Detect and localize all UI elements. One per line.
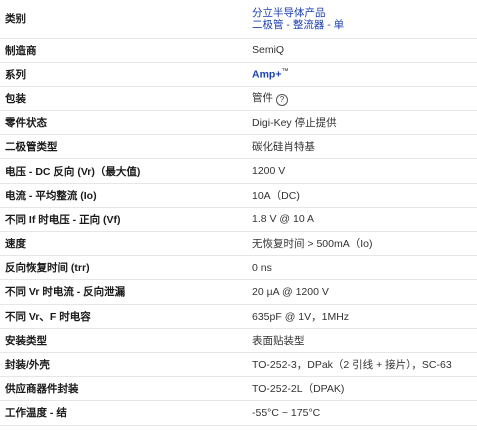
attr-value: SemiQ xyxy=(243,38,477,63)
category-link-discrete[interactable]: 分立半导体产品 xyxy=(252,7,477,19)
attr-label: 二极管类型 xyxy=(0,134,243,160)
attr-value: TO-252-3，DPak（2 引线 + 接片），SC-63 xyxy=(243,352,477,378)
attr-label: 封装/外壳 xyxy=(0,352,243,378)
attr-value: 10A（DC) xyxy=(243,183,477,208)
attr-label: 系列 xyxy=(0,62,243,87)
attr-label: 制造商 xyxy=(0,38,243,63)
attr-label: 反向恢复时间 (trr) xyxy=(0,255,243,281)
attr-value: 20 µA @ 1200 V xyxy=(243,279,477,305)
attr-row-supplier-package: 供应商器件封装 TO-252-2L（DPAK) xyxy=(0,376,477,402)
attr-row-current-avg-rectified: 电流 - 平均整流 (Io) 10A（DC) xyxy=(0,183,477,208)
attr-label: 零件状态 xyxy=(0,110,243,136)
attr-value: -55°C ~ 175°C xyxy=(243,400,477,426)
attr-value: 1.8 V @ 10 A xyxy=(243,207,477,233)
attr-value: 管件? xyxy=(243,86,477,112)
attr-row-packaging: 包装 管件? xyxy=(0,86,477,112)
attr-row-mounting-type: 安装类型 表面贴装型 xyxy=(0,328,477,353)
attr-row-operating-temp: 工作温度 - 结 -55°C ~ 175°C xyxy=(0,400,477,426)
attr-value: 碳化硅肖特基 xyxy=(243,134,477,160)
attr-label: 速度 xyxy=(0,231,243,257)
attr-label: 供应商器件封装 xyxy=(0,376,243,402)
attr-row-category: 类别 分立半导体产品 二极管 - 整流器 - 单 xyxy=(0,0,477,39)
help-icon[interactable]: ? xyxy=(276,94,288,107)
attr-row-diode-type: 二极管类型 碳化硅肖特基 xyxy=(0,134,477,160)
attr-row-part-status: 零件状态 Digi-Key 停止提供 xyxy=(0,110,477,136)
attr-value: 0 ns xyxy=(243,255,477,281)
attr-value: Digi-Key 停止提供 xyxy=(243,110,477,136)
attr-label: 不同 Vr、F 时电容 xyxy=(0,304,243,329)
category-link-rectifier[interactable]: 二极管 - 整流器 - 单 xyxy=(252,19,477,31)
attr-value: 分立半导体产品 二极管 - 整流器 - 单 xyxy=(243,0,477,39)
attr-label: 不同 Vr 时电流 - 反向泄漏 xyxy=(0,279,243,305)
attr-row-series: 系列 Amp+™ xyxy=(0,62,477,87)
series-link[interactable]: Amp+ xyxy=(252,69,281,81)
attr-row-voltage-forward: 不同 If 时电压 - 正向 (Vf) 1.8 V @ 10 A xyxy=(0,207,477,233)
attr-value: 635pF @ 1V，1MHz xyxy=(243,304,477,329)
attr-label: 包装 xyxy=(0,86,243,112)
attr-row-reverse-recovery-time: 反向恢复时间 (trr) 0 ns xyxy=(0,255,477,281)
attr-row-speed: 速度 无恢复时间 > 500mA（Io) xyxy=(0,231,477,257)
packaging-value: 管件 xyxy=(252,92,273,105)
product-attributes-table: 类别 分立半导体产品 二极管 - 整流器 - 单 制造商 SemiQ 系列 Am… xyxy=(0,0,477,426)
attr-label: 安装类型 xyxy=(0,328,243,353)
attr-row-manufacturer: 制造商 SemiQ xyxy=(0,38,477,63)
attr-value: TO-252-2L（DPAK) xyxy=(243,376,477,402)
attr-label: 工作温度 - 结 xyxy=(0,400,243,426)
attr-value: 表面贴装型 xyxy=(243,328,477,353)
attr-label: 类别 xyxy=(0,0,243,39)
attr-row-reverse-leakage: 不同 Vr 时电流 - 反向泄漏 20 µA @ 1200 V xyxy=(0,279,477,305)
attr-label: 不同 If 时电压 - 正向 (Vf) xyxy=(0,207,243,233)
attr-value: 无恢复时间 > 500mA（Io) xyxy=(243,231,477,257)
attr-value: Amp+™ xyxy=(243,62,477,87)
attr-label: 电流 - 平均整流 (Io) xyxy=(0,183,243,208)
attr-value: 1200 V xyxy=(243,158,477,184)
attr-label: 电压 - DC 反向 (Vr)（最大值) xyxy=(0,158,243,184)
attr-row-voltage-dc-reverse: 电压 - DC 反向 (Vr)（最大值) 1200 V xyxy=(0,158,477,184)
trademark-symbol: ™ xyxy=(281,68,289,76)
attr-row-capacitance: 不同 Vr、F 时电容 635pF @ 1V，1MHz xyxy=(0,304,477,329)
attr-row-package-case: 封装/外壳 TO-252-3，DPak（2 引线 + 接片），SC-63 xyxy=(0,352,477,378)
